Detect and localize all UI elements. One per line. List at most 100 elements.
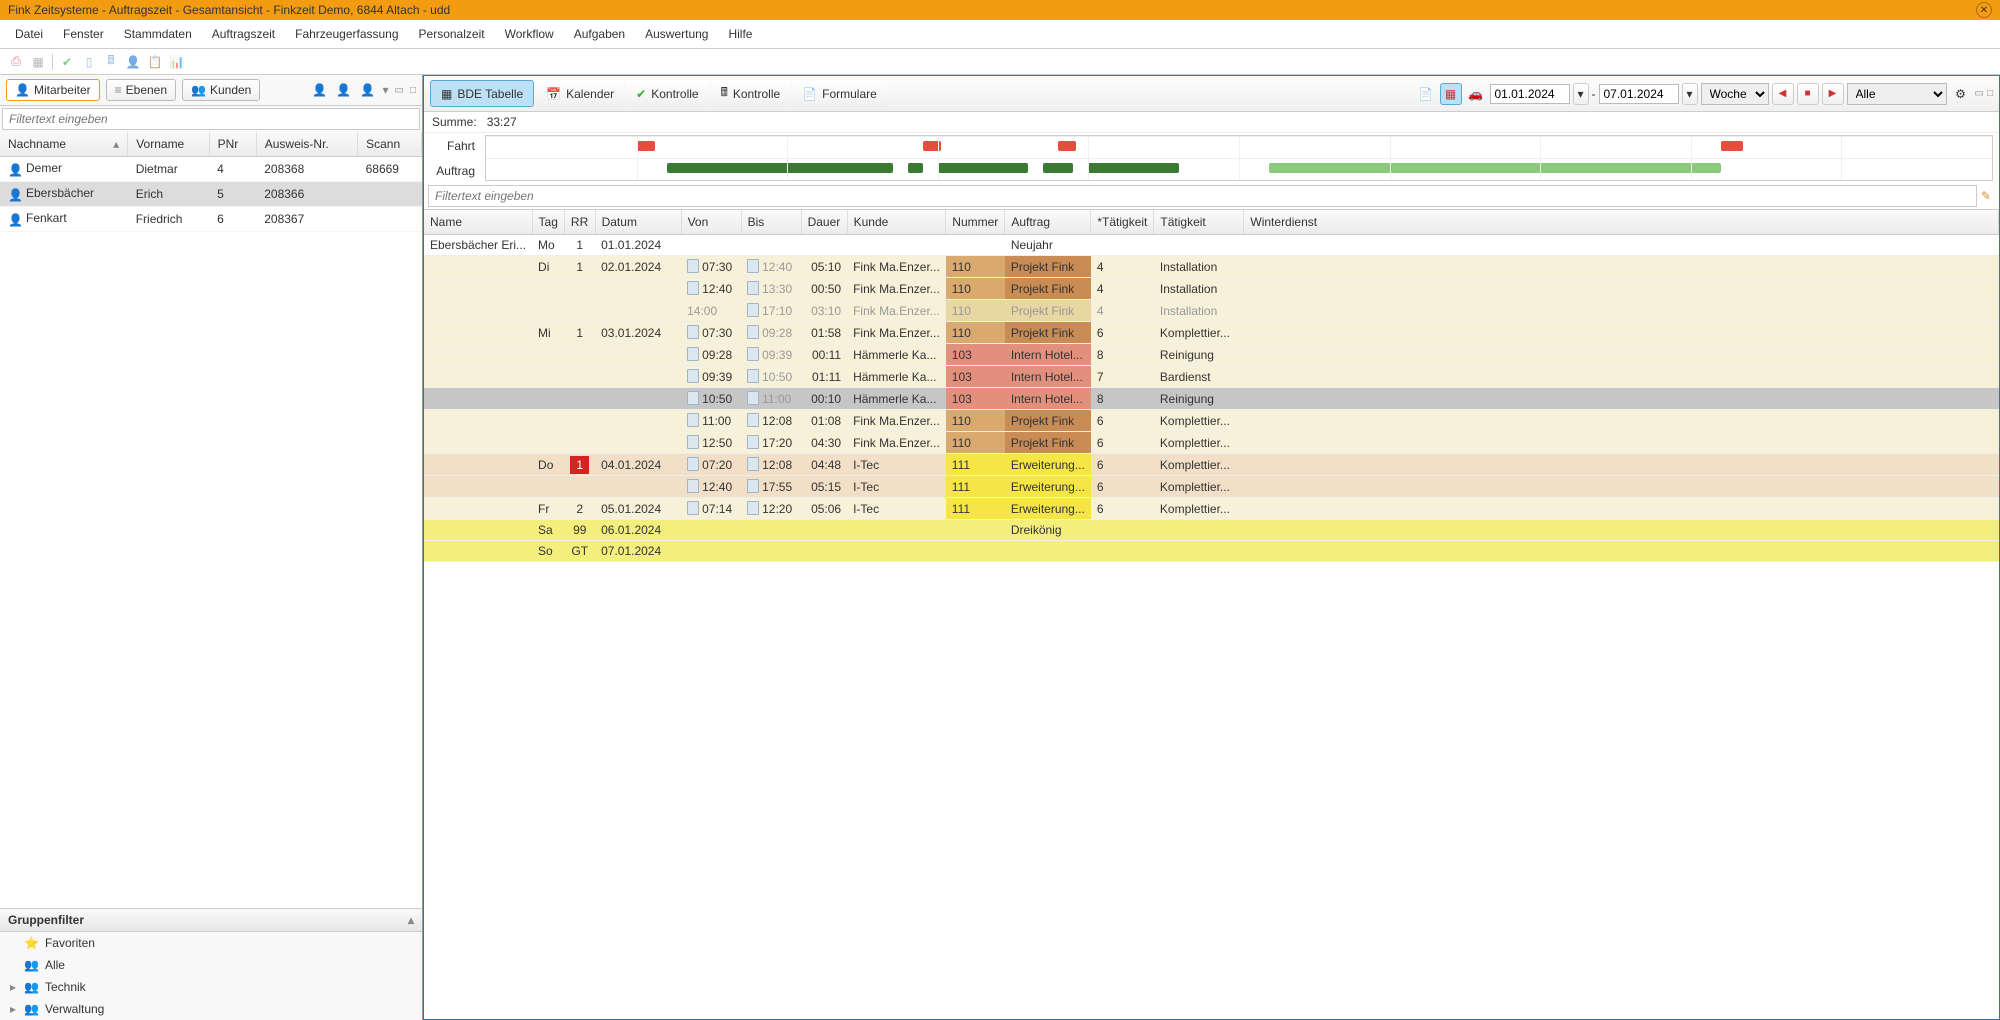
bde-col-header[interactable]: Tag: [532, 210, 564, 235]
minimize-icon[interactable]: ▭: [1975, 88, 1984, 99]
bde-row[interactable]: 09:39 10:50 01:11 Hämmerle Ka... 103 Int…: [424, 366, 1999, 388]
menu-personalzeit[interactable]: Personalzeit: [410, 24, 494, 44]
tab-mitarbeiter[interactable]: 👤 Mitarbeiter: [6, 79, 100, 101]
bde-col-header[interactable]: Auftrag: [1005, 210, 1091, 235]
person-filter-1-icon[interactable]: 👤: [310, 81, 328, 99]
calc-icon: [747, 259, 759, 273]
group-item[interactable]: 👥Alle: [0, 954, 422, 976]
group-item[interactable]: ▸👥Technik: [0, 976, 422, 998]
emp-col-header[interactable]: Scann: [358, 132, 422, 157]
menu-fenster[interactable]: Fenster: [54, 24, 113, 44]
bde-col-header[interactable]: Nummer: [946, 210, 1005, 235]
gear-icon[interactable]: ⚙: [1950, 83, 1972, 105]
pdf-export-icon[interactable]: 📄: [1415, 83, 1437, 105]
bde-row[interactable]: 09:28 09:39 00:11 Hämmerle Ka... 103 Int…: [424, 344, 1999, 366]
bde-col-header[interactable]: RR: [564, 210, 595, 235]
bde-row[interactable]: 12:40 17:55 05:15 I-Tec 111 Erweiterung.…: [424, 476, 1999, 498]
grid-view-icon[interactable]: ▦: [1440, 83, 1462, 105]
calc-icon[interactable]: 🖩: [103, 54, 119, 70]
menu-workflow[interactable]: Workflow: [496, 24, 563, 44]
menu-datei[interactable]: Datei: [6, 24, 52, 44]
bde-row[interactable]: 12:50 17:20 04:30 Fink Ma.Enzer... 110 P…: [424, 432, 1999, 454]
bde-col-header[interactable]: Datum: [595, 210, 681, 235]
date-to-input[interactable]: [1599, 84, 1679, 104]
close-icon[interactable]: ✕: [1976, 2, 1992, 18]
menu-auswertung[interactable]: Auswertung: [636, 24, 717, 44]
grid-icon[interactable]: ▦: [30, 54, 46, 70]
date-from-dropdown[interactable]: ▾: [1573, 83, 1589, 105]
bde-table: NameTagRRDatumVonBisDauerKundeNummerAuft…: [424, 210, 1999, 1019]
bde-row[interactable]: Fr 2 05.01.2024 07:14 12:20 05:06 I-Tec …: [424, 498, 1999, 520]
bde-col-header[interactable]: Tätigkeit: [1154, 210, 1244, 235]
group-item[interactable]: ⭐Favoriten: [0, 932, 422, 954]
calc-icon: [747, 281, 759, 295]
filter-all-select[interactable]: Alle: [1847, 83, 1947, 105]
dropdown-icon[interactable]: ▾: [382, 83, 388, 97]
emp-col-header[interactable]: Ausweis-Nr.: [256, 132, 357, 157]
view-tab[interactable]: 📄Formulare: [792, 80, 887, 107]
employee-filter-input[interactable]: [2, 108, 420, 130]
collapse-icon[interactable]: ▴: [408, 913, 414, 927]
bde-row[interactable]: Di 1 02.01.2024 07:30 12:40 05:10 Fink M…: [424, 256, 1999, 278]
tab-ebenen[interactable]: ≡ Ebenen: [106, 79, 176, 101]
person-filter-3-icon[interactable]: 👤: [358, 81, 376, 99]
bde-row[interactable]: Mi 1 03.01.2024 07:30 09:28 01:58 Fink M…: [424, 322, 1999, 344]
bde-col-header[interactable]: Kunde: [847, 210, 946, 235]
group-filter-header[interactable]: Gruppenfilter ▴: [0, 909, 422, 932]
emp-col-header[interactable]: Nachname ▴: [0, 132, 128, 157]
menu-aufgaben[interactable]: Aufgaben: [565, 24, 634, 44]
view-tab[interactable]: 📅Kalender: [536, 80, 624, 107]
menu-fahrzeugerfassung[interactable]: Fahrzeugerfassung: [286, 24, 407, 44]
emp-col-header[interactable]: Vorname: [128, 132, 209, 157]
clipboard-icon[interactable]: 📋: [147, 54, 163, 70]
bde-col-header[interactable]: Dauer: [801, 210, 847, 235]
check-icon[interactable]: ✔: [59, 54, 75, 70]
bde-row[interactable]: Do 1 04.01.2024 07:20 12:08 04:48 I-Tec …: [424, 454, 1999, 476]
bde-col-header[interactable]: Bis: [741, 210, 801, 235]
view-tab[interactable]: ▦BDE Tabelle: [430, 80, 534, 107]
person-filter-2-icon[interactable]: 👤: [334, 81, 352, 99]
menu-auftragszeit[interactable]: Auftragszeit: [203, 24, 284, 44]
bde-row[interactable]: Ebersbächer Eri... Mo 1 01.01.2024 Neuja…: [424, 235, 1999, 256]
employee-row[interactable]: 👤EbersbächerErich5208366: [0, 182, 422, 207]
date-from-input[interactable]: [1490, 84, 1570, 104]
group-item[interactable]: ▸👥Verwaltung: [0, 998, 422, 1020]
check-green-icon: ✔: [636, 87, 646, 101]
bde-col-header[interactable]: Winterdienst: [1244, 210, 1999, 235]
emp-col-header[interactable]: PNr: [209, 132, 256, 157]
view-tab[interactable]: 🖩Kontrolle: [711, 80, 791, 107]
minimize-icon[interactable]: ▭: [395, 85, 404, 96]
left-panel: 👤 Mitarbeiter ≡ Ebenen 👥 Kunden 👤 👤 👤 ▾ …: [0, 75, 423, 1020]
bde-row[interactable]: So GT 07.01.2024: [424, 541, 1999, 562]
chart-icon[interactable]: 📊: [169, 54, 185, 70]
bde-col-header[interactable]: Von: [681, 210, 741, 235]
cal-nav-1-icon[interactable]: ◀: [1772, 83, 1794, 105]
cal-nav-3-icon[interactable]: ▶: [1822, 83, 1844, 105]
employee-row[interactable]: 👤DemerDietmar420836868669: [0, 157, 422, 182]
car-icon[interactable]: 🚗: [1465, 83, 1487, 105]
menu-hilfe[interactable]: Hilfe: [719, 24, 761, 44]
pdf-icon[interactable]: ⎙: [8, 54, 24, 70]
maximize-icon[interactable]: □: [410, 85, 416, 96]
bde-row[interactable]: 12:40 13:30 00:50 Fink Ma.Enzer... 110 P…: [424, 278, 1999, 300]
calc-icon: [687, 347, 699, 361]
bde-row[interactable]: 14:00 17:10 03:10 Fink Ma.Enzer... 110 P…: [424, 300, 1999, 322]
period-select[interactable]: Woche: [1701, 83, 1769, 105]
cal-nav-2-icon[interactable]: ■: [1797, 83, 1819, 105]
menu-stammdaten[interactable]: Stammdaten: [115, 24, 201, 44]
bde-col-header[interactable]: Name: [424, 210, 532, 235]
bde-filter-input[interactable]: [428, 185, 1977, 207]
bde-row[interactable]: Sa 99 06.01.2024 Dreikönig: [424, 520, 1999, 541]
tab-kunden[interactable]: 👥 Kunden: [182, 79, 260, 101]
maximize-icon[interactable]: □: [1987, 88, 1993, 99]
calendar-icon: 📅: [546, 87, 561, 101]
view-tab[interactable]: ✔Kontrolle: [626, 80, 708, 107]
bde-row[interactable]: 11:00 12:08 01:08 Fink Ma.Enzer... 110 P…: [424, 410, 1999, 432]
bde-row[interactable]: 10:50 11:00 00:10 Hämmerle Ka... 103 Int…: [424, 388, 1999, 410]
pencil-icon[interactable]: ✎: [1977, 187, 1995, 205]
employee-row[interactable]: 👤FenkartFriedrich6208367: [0, 207, 422, 232]
bde-col-header[interactable]: *Tätigkeit: [1091, 210, 1154, 235]
calendar-icon[interactable]: ▯: [81, 54, 97, 70]
person-icon[interactable]: 👤: [125, 54, 141, 70]
date-to-dropdown[interactable]: ▾: [1682, 83, 1698, 105]
